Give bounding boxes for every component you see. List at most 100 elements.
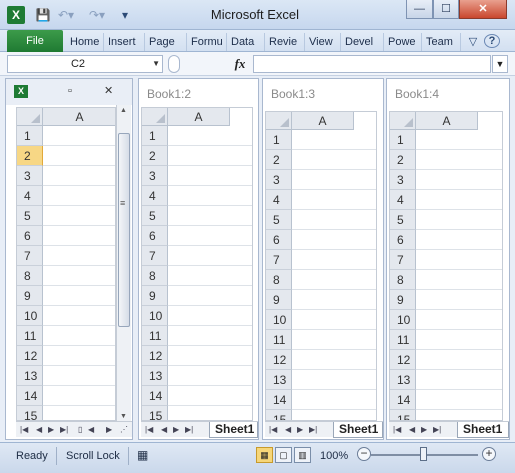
cell[interactable] <box>292 310 376 330</box>
row-header[interactable]: 4 <box>266 190 292 210</box>
row-header[interactable]: 11 <box>266 330 292 350</box>
select-all-corner[interactable] <box>17 108 43 126</box>
prev-sheet-icon[interactable]: ◀ <box>161 423 167 437</box>
prev-sheet-icon[interactable]: ◀ <box>285 423 291 437</box>
cell[interactable] <box>43 186 115 206</box>
column-header[interactable]: A <box>43 108 115 126</box>
row-header[interactable]: 8 <box>390 270 416 290</box>
cell[interactable] <box>416 330 502 350</box>
sheet-tab[interactable]: Sheet1 <box>333 422 383 438</box>
row-header[interactable]: 7 <box>390 250 416 270</box>
cell[interactable] <box>43 366 115 386</box>
row-header[interactable]: 7 <box>266 250 292 270</box>
row-header[interactable]: 14 <box>266 390 292 410</box>
cell[interactable] <box>168 186 252 206</box>
row-header[interactable]: 15 <box>142 406 168 420</box>
tab-home[interactable]: Home <box>67 33 104 51</box>
cell[interactable] <box>292 410 376 420</box>
cell[interactable] <box>43 406 115 420</box>
sheet-tab[interactable]: Sheet1 <box>457 422 509 438</box>
cell[interactable] <box>168 166 252 186</box>
row-header[interactable]: 1 <box>266 130 292 150</box>
cell[interactable] <box>168 246 252 266</box>
cell[interactable] <box>168 406 252 420</box>
row-header[interactable]: 6 <box>390 230 416 250</box>
cell[interactable] <box>168 226 252 246</box>
row-header[interactable]: 13 <box>142 366 168 386</box>
cell[interactable] <box>292 190 376 210</box>
row-header[interactable]: 10 <box>142 306 168 326</box>
sheet-grid[interactable]: A 1 2 3 4 5 6 7 8 9 10 11 12 13 14 15 <box>389 111 503 421</box>
cell[interactable] <box>416 190 502 210</box>
row-header[interactable]: 4 <box>142 186 168 206</box>
resize-grip-icon[interactable]: ⋰ <box>120 423 128 437</box>
cell[interactable] <box>292 370 376 390</box>
cell[interactable] <box>43 286 115 306</box>
row-header[interactable]: 8 <box>266 270 292 290</box>
sheet-grid[interactable]: A 1 2 3 4 5 6 7 8 9 10 11 12 13 14 15 <box>16 107 116 421</box>
row-header[interactable]: 5 <box>390 210 416 230</box>
row-header[interactable]: 2 <box>17 146 43 166</box>
first-sheet-icon[interactable]: |◀ <box>20 423 28 437</box>
close-window-icon[interactable]: ✕ <box>104 84 113 98</box>
column-header[interactable]: A <box>292 112 354 130</box>
row-header[interactable]: 12 <box>17 346 43 366</box>
column-header[interactable]: A <box>168 108 230 126</box>
cell[interactable] <box>292 230 376 250</box>
tab-insert[interactable]: Insert <box>105 33 145 51</box>
row-header[interactable]: 9 <box>390 290 416 310</box>
cell[interactable] <box>43 386 115 406</box>
cell[interactable] <box>292 330 376 350</box>
row-header[interactable]: 15 <box>266 410 292 420</box>
insert-function-button[interactable]: fx <box>228 55 252 73</box>
scroll-up-icon[interactable]: ▲ <box>120 107 127 114</box>
cell[interactable] <box>43 226 115 246</box>
row-header[interactable]: 11 <box>17 326 43 346</box>
cell[interactable] <box>292 130 376 150</box>
tab-team[interactable]: Team <box>423 33 461 51</box>
cell[interactable] <box>416 410 502 420</box>
tab-devel[interactable]: Devel <box>342 33 384 51</box>
cell[interactable] <box>43 266 115 286</box>
row-header[interactable]: 6 <box>266 230 292 250</box>
cell[interactable] <box>416 230 502 250</box>
row-header[interactable]: 10 <box>390 310 416 330</box>
name-box[interactable]: C2 ▼ <box>7 55 163 73</box>
cell[interactable] <box>416 370 502 390</box>
cell[interactable] <box>416 150 502 170</box>
row-header[interactable]: 7 <box>17 246 43 266</box>
zoom-in-button[interactable]: + <box>482 447 496 461</box>
row-header[interactable]: 15 <box>390 410 416 420</box>
next-sheet-icon[interactable]: ▶ <box>297 423 303 437</box>
row-header[interactable]: 1 <box>17 126 43 146</box>
row-header[interactable]: 2 <box>390 150 416 170</box>
hscroll-left-icon[interactable]: ◀ <box>88 423 94 437</box>
workbook-icon[interactable]: X <box>14 85 28 98</box>
restore-window-icon[interactable]: ▫ <box>68 84 72 98</box>
cell[interactable] <box>292 150 376 170</box>
last-sheet-icon[interactable]: ▶| <box>433 423 441 437</box>
row-header[interactable]: 6 <box>17 226 43 246</box>
cell[interactable] <box>43 166 115 186</box>
hscroll-right-icon[interactable]: ▶ <box>106 423 112 437</box>
tab-powe[interactable]: Powe <box>385 33 422 51</box>
prev-sheet-icon[interactable]: ◀ <box>409 423 415 437</box>
row-header[interactable]: 9 <box>266 290 292 310</box>
cell[interactable] <box>292 390 376 410</box>
sheet-grid[interactable]: A 1 2 3 4 5 6 7 8 9 10 11 12 13 14 15 <box>265 111 377 421</box>
row-header[interactable]: 14 <box>142 386 168 406</box>
row-header[interactable]: 10 <box>17 306 43 326</box>
cell[interactable] <box>168 286 252 306</box>
row-header[interactable]: 4 <box>17 186 43 206</box>
undo-icon[interactable]: ↶▾ <box>56 7 76 23</box>
tab-data[interactable]: Data <box>228 33 265 51</box>
tab-formu[interactable]: Formu <box>188 33 227 51</box>
vertical-scrollbar[interactable]: ▲ ≡ ▼ <box>116 105 131 425</box>
cell[interactable] <box>168 266 252 286</box>
minimize-button[interactable]: — <box>406 0 433 19</box>
formula-input[interactable] <box>253 55 491 73</box>
scroll-thumb[interactable] <box>118 133 130 327</box>
cell[interactable] <box>168 386 252 406</box>
row-header[interactable]: 5 <box>17 206 43 226</box>
next-sheet-icon[interactable]: ▶ <box>421 423 427 437</box>
